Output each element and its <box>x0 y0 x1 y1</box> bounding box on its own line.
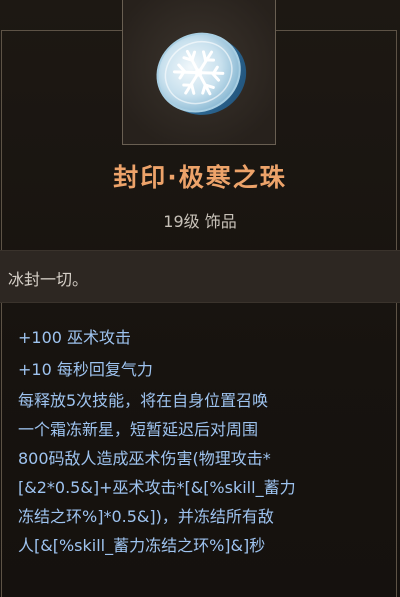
description-line: 人[&[%skill_蓄力冻结之环%]&]秒 <box>18 536 266 555</box>
description-line: 每释放5次技能，将在自身位置召唤 <box>18 391 269 410</box>
item-icon-frame <box>122 0 276 145</box>
item-tooltip: 封印·极寒之珠 19级 饰品 冰封一切。 +100 巫术攻击 +10 每秒回复气… <box>0 0 400 597</box>
stat-line: +100 巫术攻击 <box>18 328 132 347</box>
stat-line: +10 每秒回复气力 <box>18 360 153 379</box>
item-level-type: 19级 饰品 <box>163 212 237 231</box>
description-line: 800码敌人造成巫术伤害(物理攻击* <box>18 449 271 468</box>
frost-coin-snowflake-icon <box>156 32 247 115</box>
stats-block: +100 巫术攻击 +10 每秒回复气力 每释放5次技能，将在自身位置召唤 一个… <box>18 322 390 560</box>
description-line: 一个霜冻新星，短暂延迟后对周围 <box>18 420 259 439</box>
description-line: [&2*0.5&]+巫术攻击*[&[%skill_蓄力 <box>18 478 296 497</box>
description-line: 冻结之环%]*0.5&])，并冻结所有敌 <box>18 507 274 526</box>
item-name: 封印·极寒之珠 <box>113 163 287 192</box>
flavor-bar: 冰封一切。 <box>0 250 400 303</box>
flavor-text: 冰封一切。 <box>8 270 89 289</box>
